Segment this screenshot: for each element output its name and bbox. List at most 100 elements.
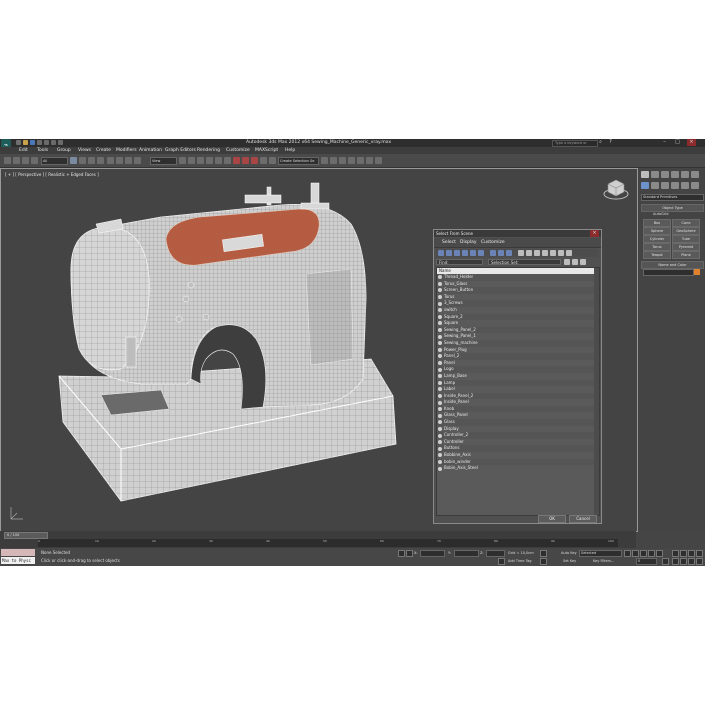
menu-graph-editors[interactable]: Graph Editors	[165, 148, 196, 153]
select-object-icon[interactable]	[70, 157, 77, 164]
motion-tab-icon[interactable]	[671, 171, 679, 178]
hold-icon[interactable]	[51, 140, 56, 145]
time-slider[interactable]: 0 / 100	[4, 532, 48, 539]
selection-filter-dropdown[interactable]: All	[41, 157, 68, 165]
selection-set-add-icon[interactable]	[572, 259, 578, 265]
set-key-button[interactable]: Set Key	[563, 559, 576, 563]
rendered-frame-window-icon[interactable]	[357, 157, 364, 164]
name-and-color-rollout[interactable]: Name and Color	[641, 261, 704, 269]
x-coordinate-field[interactable]	[420, 550, 445, 557]
select-manipulate-icon[interactable]	[134, 157, 141, 164]
render-production-icon[interactable]	[366, 157, 373, 164]
field-of-view-icon[interactable]	[672, 558, 679, 565]
maximize-viewport-icon[interactable]	[696, 558, 703, 565]
redo-icon[interactable]	[44, 140, 49, 145]
display-helpers-icon[interactable]	[470, 250, 476, 256]
help-icon[interactable]: ?	[606, 139, 615, 146]
object-row[interactable]: Controller_2	[437, 432, 594, 439]
display-geometry-icon[interactable]	[438, 250, 444, 256]
dialog-menu-select[interactable]: Select	[442, 240, 456, 245]
z-coordinate-field[interactable]	[486, 550, 505, 557]
create-tab-icon[interactable]	[641, 171, 649, 178]
link-icon[interactable]	[22, 157, 29, 164]
select-none-icon[interactable]	[526, 250, 532, 256]
object-row[interactable]: Torus_Glass	[437, 281, 594, 288]
selection-set-dropdown[interactable]: Selection Set:	[488, 259, 561, 265]
spinner-snap-icon[interactable]	[224, 157, 231, 164]
object-row[interactable]: Display	[437, 426, 594, 433]
menu-edit[interactable]: Edit	[19, 148, 28, 153]
torus-button[interactable]: Torus	[643, 243, 671, 251]
timeline-ruler[interactable]: 0 10 20 30 40 50 60 70 80 90 100	[38, 539, 618, 547]
selection-set-remove-icon[interactable]	[580, 259, 586, 265]
utilities-tab-icon[interactable]	[691, 171, 699, 178]
next-frame-icon[interactable]	[648, 550, 655, 557]
zoom-all-icon[interactable]	[680, 550, 687, 557]
scale-icon[interactable]	[125, 157, 132, 164]
save-file-icon[interactable]	[30, 140, 35, 145]
dialog-menu-customize[interactable]: Customize	[481, 240, 505, 245]
geosphere-button[interactable]: GeoSphere	[672, 227, 700, 235]
menu-create[interactable]: Create	[96, 148, 111, 153]
display-spacewarps-icon[interactable]	[478, 250, 484, 256]
y-coordinate-field[interactable]	[454, 550, 479, 557]
edit-named-selection-icon[interactable]	[233, 157, 240, 164]
object-row[interactable]: Logo	[437, 366, 594, 373]
cone-button[interactable]: Cone	[672, 219, 700, 227]
menu-tools[interactable]: Tools	[37, 148, 48, 153]
reference-coordinate-dropdown[interactable]: View	[150, 157, 177, 165]
perspective-viewport[interactable]: [ + ] [ Perspective ] [ Realistic + Edge…	[0, 168, 638, 532]
window-crossing-icon[interactable]	[97, 157, 104, 164]
display-groups-icon[interactable]	[490, 250, 496, 256]
display-xrefs-icon[interactable]	[498, 250, 504, 256]
previous-frame-icon[interactable]	[632, 550, 639, 557]
object-row[interactable]: Glass_Panel	[437, 412, 594, 419]
menu-customize[interactable]: Customize	[226, 148, 250, 153]
object-row[interactable]: Label	[437, 386, 594, 393]
align-icon[interactable]	[251, 157, 258, 164]
absolute-mode-icon[interactable]	[406, 550, 413, 557]
pyramid-button[interactable]: Pyramid	[672, 243, 700, 251]
box-button[interactable]: Box	[643, 219, 671, 227]
object-row[interactable]: Glass	[437, 419, 594, 426]
pivot-center-icon[interactable]	[179, 157, 186, 164]
display-lights-icon[interactable]	[454, 250, 460, 256]
pan-view-icon[interactable]	[680, 558, 687, 565]
object-row[interactable]: Bobin_Axis_Steel	[437, 465, 594, 472]
redo-toolbar-icon[interactable]	[13, 157, 20, 164]
zoom-extents-icon[interactable]	[688, 550, 695, 557]
object-name-field[interactable]	[643, 269, 694, 276]
object-row[interactable]: Lamp	[437, 379, 594, 387]
rectangular-selection-icon[interactable]	[88, 157, 95, 164]
object-row[interactable]: Panel	[437, 360, 594, 367]
render-iterative-icon[interactable]	[375, 157, 382, 164]
object-row[interactable]: Square_2	[437, 313, 594, 321]
helpers-icon[interactable]	[681, 182, 689, 189]
display-cameras-icon[interactable]	[462, 250, 468, 256]
object-row[interactable]: Knob	[437, 405, 594, 413]
menu-views[interactable]: Views	[78, 148, 91, 153]
graphite-tools-icon[interactable]	[269, 157, 276, 164]
percent-snap-icon[interactable]	[215, 157, 222, 164]
lock-selection-icon[interactable]	[398, 550, 405, 557]
geometry-icon[interactable]	[641, 182, 649, 189]
object-row[interactable]: Sewing_Panel_1	[437, 333, 594, 340]
object-list[interactable]: Name Thread_Holder Torus_Glass Screen_Butt…	[436, 267, 600, 516]
object-row[interactable]: Controller	[437, 439, 594, 446]
current-frame-field[interactable]: 0	[636, 558, 657, 565]
cameras-icon[interactable]	[671, 182, 679, 189]
time-configuration-icon[interactable]	[662, 558, 669, 565]
object-row[interactable]: bobin_winder	[437, 458, 594, 466]
display-bones-icon[interactable]	[506, 250, 512, 256]
spacewarps-icon[interactable]	[691, 182, 699, 189]
named-selection-dropdown[interactable]: Create Selection Se	[278, 157, 319, 165]
schematic-view-icon[interactable]	[330, 157, 337, 164]
object-row[interactable]: Inside_Panel	[437, 399, 594, 406]
key-filters-button[interactable]: Key Filters...	[593, 559, 614, 563]
key-selection-dropdown[interactable]: Selected	[579, 550, 622, 557]
sphere-button[interactable]: Sphere	[643, 227, 671, 235]
menu-help[interactable]: Help	[285, 148, 295, 153]
tube-button[interactable]: Tube	[672, 235, 700, 243]
go-to-end-icon[interactable]	[656, 550, 663, 557]
cancel-button[interactable]: Cancel	[569, 515, 597, 523]
